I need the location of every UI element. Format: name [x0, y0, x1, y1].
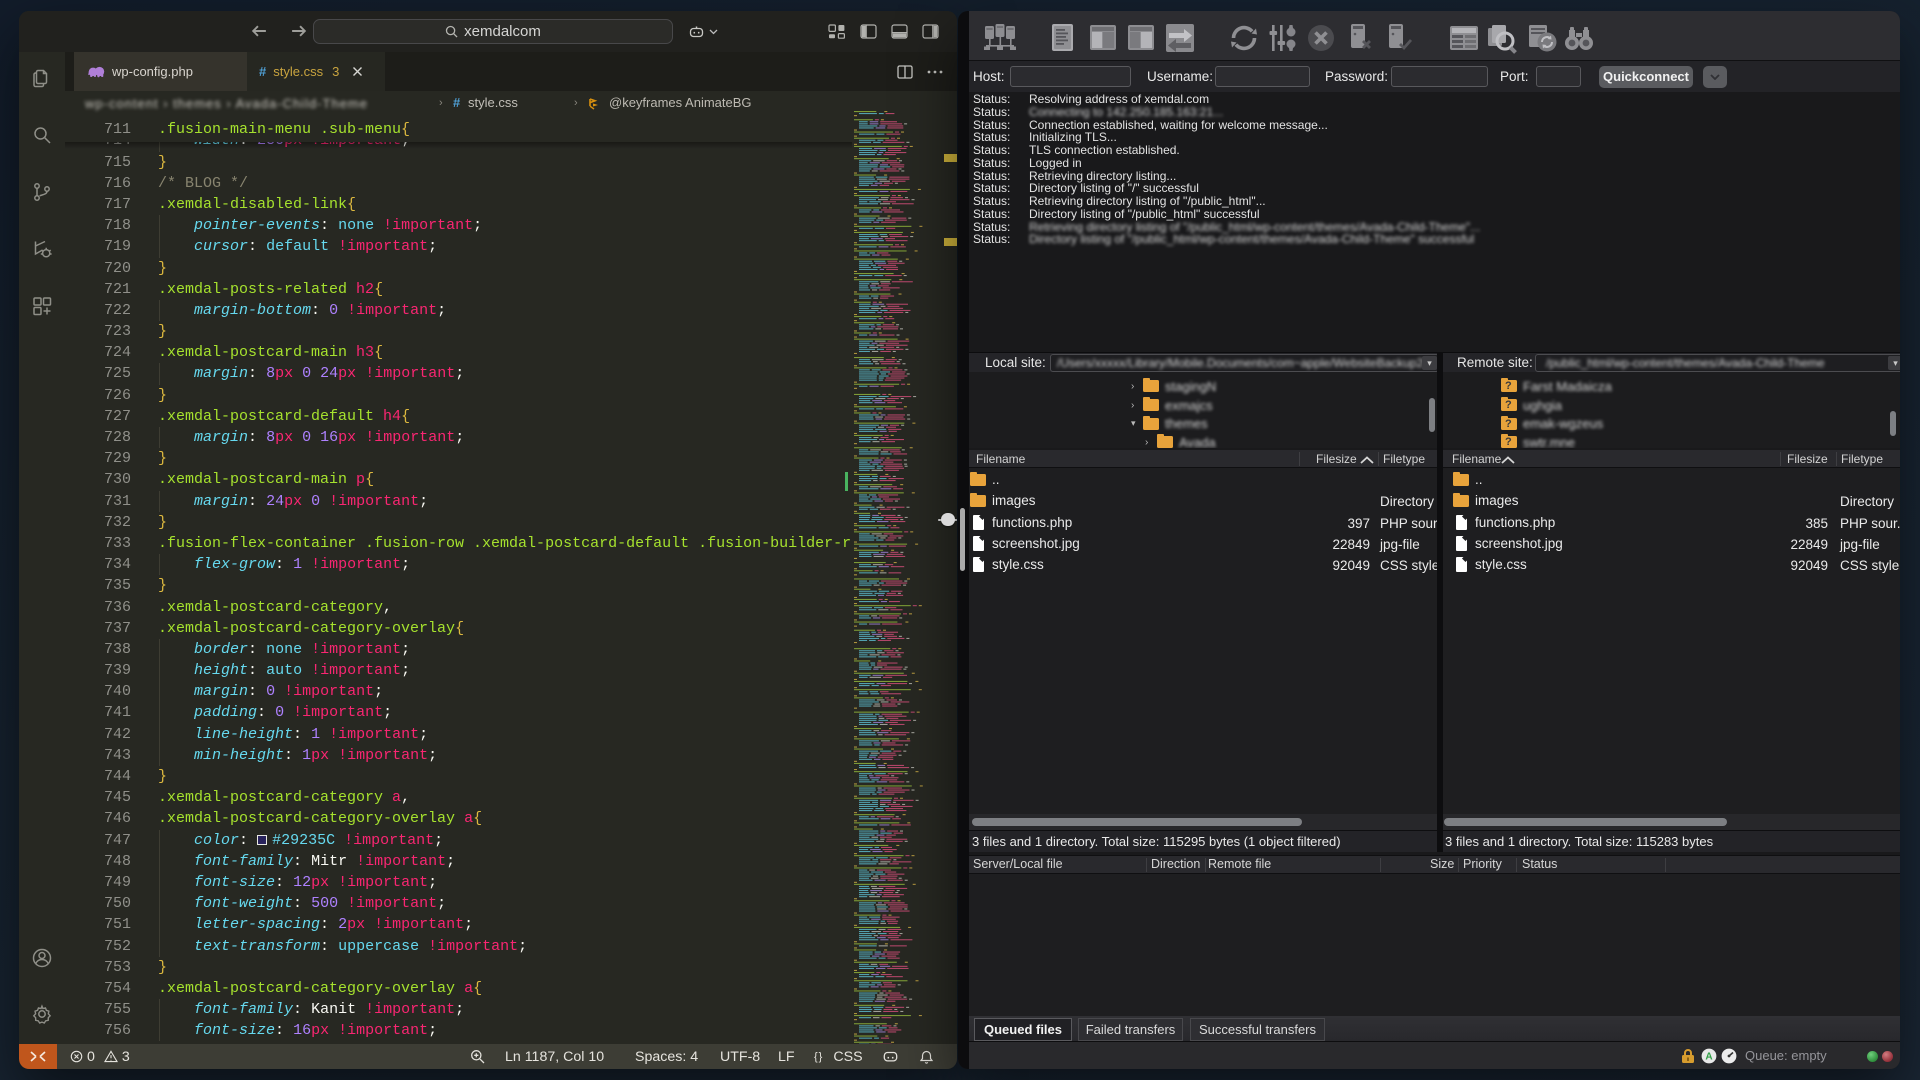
svg-text:A: A [1705, 1052, 1712, 1063]
